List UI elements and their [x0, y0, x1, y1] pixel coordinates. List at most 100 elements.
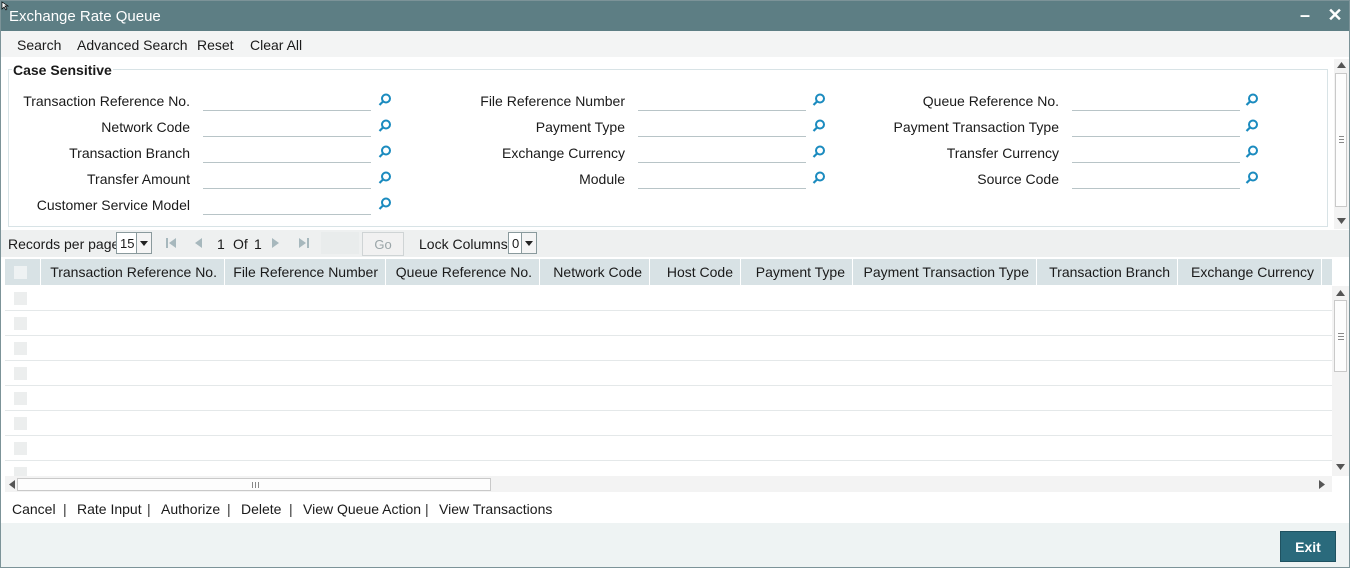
view-transactions-button[interactable]: View Transactions [439, 501, 552, 517]
transfer-amount-label: Transfer Amount [87, 171, 190, 187]
customer-service-model-input[interactable] [203, 196, 371, 215]
grid-horizontal-scroll-thumb[interactable] [17, 478, 491, 491]
criteria-scroll-thumb[interactable] [1335, 73, 1347, 207]
grid-vertical-scrollbar[interactable] [1332, 286, 1349, 476]
select-all-checkbox[interactable] [14, 266, 27, 279]
scroll-right-icon[interactable] [1319, 480, 1325, 489]
exchange-currency-input[interactable] [638, 144, 806, 163]
case-sensitive-legend: Case Sensitive [12, 62, 113, 78]
col-header-host-code[interactable]: Host Code [650, 259, 741, 285]
payment-type-lookup-icon[interactable] [812, 119, 826, 133]
criteria-vertical-scrollbar[interactable] [1334, 59, 1349, 229]
txn-ref-input[interactable] [203, 92, 371, 111]
page-number-input[interactable] [321, 232, 359, 254]
txn-branch-lookup-icon[interactable] [378, 145, 392, 159]
payment-type-input[interactable] [638, 118, 806, 137]
exchange-currency-lookup-icon[interactable] [812, 145, 826, 159]
col-header-file-ref[interactable]: File Reference Number [225, 259, 386, 285]
queue-ref-input[interactable] [1072, 92, 1240, 111]
scroll-down-icon[interactable] [1337, 218, 1346, 224]
exchange-currency-label: Exchange Currency [502, 145, 625, 161]
exit-button[interactable]: Exit [1280, 531, 1336, 562]
transfer-amount-lookup-icon[interactable] [378, 171, 392, 185]
table-row[interactable] [5, 311, 1332, 336]
transfer-currency-input[interactable] [1072, 144, 1240, 163]
transfer-amount-input[interactable] [203, 170, 371, 189]
search-button[interactable]: Search [17, 37, 61, 53]
col-header-exchange-currency[interactable]: Exchange Currency [1178, 259, 1322, 285]
txn-ref-lookup-icon[interactable] [378, 93, 392, 107]
first-page-icon[interactable] [165, 237, 177, 249]
go-button[interactable]: Go [362, 232, 404, 256]
row-checkbox[interactable] [14, 367, 27, 380]
network-code-lookup-icon[interactable] [378, 119, 392, 133]
module-label: Module [579, 171, 625, 187]
network-code-input[interactable] [203, 118, 371, 137]
previous-page-icon[interactable] [193, 237, 203, 249]
source-code-input[interactable] [1072, 170, 1240, 189]
select-all-checkbox-cell[interactable] [5, 259, 41, 285]
scroll-left-icon[interactable] [9, 480, 15, 489]
payment-txn-type-input[interactable] [1072, 118, 1240, 137]
table-row[interactable] [5, 361, 1332, 386]
row-checkbox[interactable] [14, 342, 27, 355]
txn-branch-input[interactable] [203, 144, 371, 163]
col-header-queue-ref[interactable]: Queue Reference No. [386, 259, 540, 285]
reset-button[interactable]: Reset [197, 37, 234, 53]
clear-all-button[interactable]: Clear All [250, 37, 302, 53]
table-row[interactable] [5, 336, 1332, 361]
queue-ref-lookup-icon[interactable] [1245, 93, 1259, 107]
row-checkbox[interactable] [14, 467, 27, 476]
action-separator: | [289, 501, 293, 517]
advanced-search-button[interactable]: Advanced Search [77, 37, 188, 53]
table-row[interactable] [5, 461, 1332, 476]
rate-input-button[interactable]: Rate Input [77, 501, 142, 517]
col-header-txn-ref[interactable]: Transaction Reference No. [41, 259, 225, 285]
row-checkbox[interactable] [14, 392, 27, 405]
scroll-up-icon[interactable] [1337, 62, 1346, 68]
action-separator: | [147, 501, 151, 517]
module-lookup-icon[interactable] [812, 171, 826, 185]
table-row[interactable] [5, 286, 1332, 311]
transfer-currency-lookup-icon[interactable] [1245, 145, 1259, 159]
col-header-payment-type[interactable]: Payment Type [741, 259, 853, 285]
cancel-button[interactable]: Cancel [12, 501, 56, 517]
grid-horizontal-scrollbar[interactable] [5, 476, 1332, 492]
customer-service-model-lookup-icon[interactable] [378, 197, 392, 211]
module-input[interactable] [638, 170, 806, 189]
lock-columns-select[interactable]: 0 [508, 232, 537, 254]
lock-columns-value: 0 [512, 236, 520, 251]
last-page-icon[interactable] [298, 237, 310, 249]
grid-vertical-scroll-thumb[interactable] [1334, 300, 1347, 372]
file-ref-input[interactable] [638, 92, 806, 111]
next-page-icon[interactable] [271, 237, 281, 249]
row-checkbox[interactable] [14, 442, 27, 455]
payment-txn-type-lookup-icon[interactable] [1245, 119, 1259, 133]
table-row[interactable] [5, 436, 1332, 461]
source-code-lookup-icon[interactable] [1245, 171, 1259, 185]
authorize-button[interactable]: Authorize [161, 501, 220, 517]
col-header-txn-branch[interactable]: Transaction Branch [1037, 259, 1178, 285]
scroll-down-icon[interactable] [1336, 464, 1345, 470]
file-ref-lookup-icon[interactable] [812, 93, 826, 107]
records-per-page-select[interactable]: 15 [116, 232, 152, 254]
scroll-up-icon[interactable] [1336, 290, 1345, 296]
window-title: Exchange Rate Queue [9, 8, 161, 25]
delete-button[interactable]: Delete [241, 501, 281, 517]
close-icon[interactable]: ✕ [1327, 6, 1343, 24]
table-row[interactable] [5, 386, 1332, 411]
col-header-payment-txn-type[interactable]: Payment Transaction Type [853, 259, 1037, 285]
row-checkbox[interactable] [14, 417, 27, 430]
action-separator: | [425, 501, 429, 517]
view-queue-action-button[interactable]: View Queue Action [303, 501, 421, 517]
exchange-rate-queue-window: Exchange Rate Queue – ✕ Search Advanced … [0, 0, 1350, 568]
row-checkbox[interactable] [14, 317, 27, 330]
col-header-network-code[interactable]: Network Code [540, 259, 650, 285]
action-bar: Cancel | Rate Input | Authorize | Delete… [1, 495, 1349, 523]
row-checkbox[interactable] [14, 292, 27, 305]
minimize-icon[interactable]: – [1298, 6, 1312, 24]
grid-header: Transaction Reference No. File Reference… [5, 259, 1332, 285]
table-row[interactable] [5, 411, 1332, 436]
action-separator: | [227, 501, 231, 517]
payment-txn-type-label: Payment Transaction Type [893, 119, 1060, 135]
